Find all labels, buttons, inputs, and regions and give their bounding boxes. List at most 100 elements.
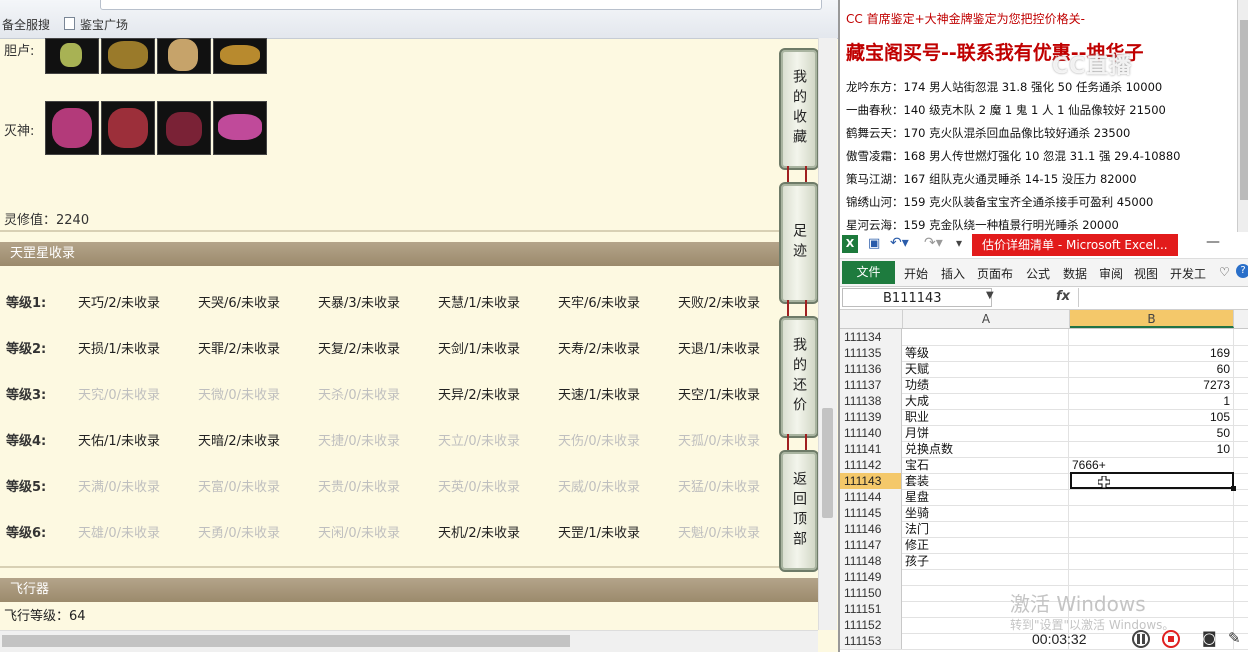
row-header[interactable]: 111137 (840, 377, 902, 393)
star-entry[interactable]: 天损/1/未收录 (78, 338, 160, 357)
stop-icon[interactable] (1162, 630, 1180, 648)
quick-access-dropdown-icon[interactable]: ▾ (956, 236, 962, 250)
help-icon[interactable]: ? (1236, 264, 1248, 278)
cell-b[interactable]: 7666+ (1070, 457, 1234, 473)
item-icon[interactable] (157, 101, 211, 155)
row-header[interactable]: 111147 (840, 537, 902, 553)
star-entry[interactable]: 天英/0/未收录 (438, 476, 520, 495)
cell-a[interactable]: 功绩 (903, 377, 1069, 393)
row-header[interactable]: 111144 (840, 489, 902, 505)
address-bar[interactable] (100, 0, 822, 10)
star-entry[interactable]: 天闲/0/未收录 (318, 522, 400, 541)
ribbon-tab[interactable]: 数据 (1063, 265, 1087, 282)
row-header[interactable]: 111143 (840, 473, 902, 489)
row-header[interactable]: 111139 (840, 409, 902, 425)
cell-a[interactable]: 大成 (903, 393, 1069, 409)
row-header[interactable]: 111151 (840, 601, 902, 617)
item-icon[interactable] (45, 101, 99, 155)
file-tab[interactable]: 文件 (842, 261, 895, 284)
star-entry[interactable]: 天罡/1/未收录 (558, 522, 640, 541)
footprint-button[interactable]: 足迹 (779, 182, 819, 304)
select-all-corner[interactable] (840, 310, 903, 328)
cell-b[interactable]: 60 (1070, 361, 1234, 377)
star-entry[interactable]: 天机/2/未收录 (438, 522, 520, 541)
star-entry[interactable]: 天败/2/未收录 (678, 292, 760, 311)
star-entry[interactable]: 天寿/2/未收录 (558, 338, 640, 357)
star-entry[interactable]: 天孤/0/未收录 (678, 430, 760, 449)
cell-a[interactable]: 套装 (903, 473, 1069, 489)
star-entry[interactable]: 天速/1/未收录 (558, 384, 640, 403)
name-box[interactable]: B111143 (842, 288, 992, 307)
star-entry[interactable]: 天勇/0/未收录 (198, 522, 280, 541)
cell-a[interactable]: 等级 (903, 345, 1069, 361)
star-entry[interactable]: 天立/0/未收录 (438, 430, 520, 449)
star-entry[interactable]: 天杀/0/未收录 (318, 384, 400, 403)
item-icon[interactable] (213, 101, 267, 155)
namebox-dropdown-icon[interactable]: ▼ (986, 290, 994, 301)
ribbon-tab[interactable]: 开始 (904, 265, 928, 282)
bookmark-item[interactable]: 备全服搜 (2, 16, 50, 33)
item-icon[interactable] (101, 101, 155, 155)
cell-b[interactable]: 169 (1070, 345, 1234, 361)
star-entry[interactable]: 天剑/1/未收录 (438, 338, 520, 357)
star-entry[interactable]: 天满/0/未收录 (78, 476, 160, 495)
doc-scrollbar[interactable] (1237, 0, 1248, 232)
cell-b[interactable]: 105 (1070, 409, 1234, 425)
cell-a[interactable]: 修正 (903, 537, 1069, 553)
item-icon[interactable] (157, 38, 211, 74)
star-entry[interactable]: 天牢/6/未收录 (558, 292, 640, 311)
star-entry[interactable]: 天佑/1/未收录 (78, 430, 160, 449)
star-entry[interactable]: 天复/2/未收录 (318, 338, 400, 357)
row-header[interactable]: 111153 (840, 633, 902, 649)
fill-handle[interactable] (1231, 486, 1236, 491)
fx-icon[interactable]: fx (1056, 289, 1070, 304)
undo-icon[interactable]: ↶▾ (890, 235, 909, 251)
star-entry[interactable]: 天暗/2/未收录 (198, 430, 280, 449)
scroll-thumb[interactable] (2, 635, 570, 647)
star-entry[interactable]: 天罪/2/未收录 (198, 338, 280, 357)
ribbon-tab[interactable]: 公式 (1026, 265, 1050, 282)
row-header[interactable]: 111135 (840, 345, 902, 361)
cell-a[interactable]: 月饼 (903, 425, 1069, 441)
redo-icon[interactable]: ↷▾ (924, 235, 943, 251)
row-header[interactable]: 111136 (840, 361, 902, 377)
item-icon[interactable] (213, 38, 267, 74)
ribbon-collapse-icon[interactable]: ♡ (1219, 265, 1230, 279)
cell-b[interactable] (1070, 489, 1234, 505)
row-header[interactable]: 111138 (840, 393, 902, 409)
row-header[interactable]: 111148 (840, 553, 902, 569)
cell-b[interactable] (1070, 329, 1234, 345)
column-header-a[interactable]: A (903, 310, 1070, 328)
item-icon[interactable] (101, 38, 155, 74)
star-entry[interactable]: 天退/1/未收录 (678, 338, 760, 357)
pen-icon[interactable]: ✎ (1228, 629, 1241, 647)
star-entry[interactable]: 天空/1/未收录 (678, 384, 760, 403)
cell-a[interactable]: 孩子 (903, 553, 1069, 569)
horizontal-scrollbar[interactable] (0, 630, 818, 652)
star-entry[interactable]: 天异/2/未收录 (438, 384, 520, 403)
ribbon-tab[interactable]: 页面布 (977, 265, 1013, 282)
back-to-top-button[interactable]: 返回顶部 (779, 450, 819, 572)
row-header[interactable]: 111152 (840, 617, 902, 633)
cell-a[interactable]: 天赋 (903, 361, 1069, 377)
camera-icon[interactable]: ◙ (1202, 629, 1217, 647)
row-header[interactable]: 111142 (840, 457, 902, 473)
formula-input[interactable] (1078, 288, 1248, 307)
scroll-thumb[interactable] (822, 408, 833, 518)
ribbon-tab[interactable]: 审阅 (1099, 265, 1123, 282)
star-entry[interactable]: 天捷/0/未收录 (318, 430, 400, 449)
my-collection-button[interactable]: 我的收藏 (779, 48, 819, 170)
ribbon-tab[interactable]: 插入 (941, 265, 965, 282)
bookmark-item[interactable]: 鉴宝广场 (64, 16, 128, 33)
star-entry[interactable]: 天猛/0/未收录 (678, 476, 760, 495)
star-entry[interactable]: 天魁/0/未收录 (678, 522, 760, 541)
pause-icon[interactable] (1132, 630, 1150, 648)
star-entry[interactable]: 天哭/6/未收录 (198, 292, 280, 311)
cell-a[interactable]: 星盘 (903, 489, 1069, 505)
cell-a[interactable]: 坐骑 (903, 505, 1069, 521)
cell-b[interactable] (1070, 521, 1234, 537)
cell-a[interactable]: 兑换点数 (903, 441, 1069, 457)
cell-b[interactable]: 1 (1070, 393, 1234, 409)
star-entry[interactable]: 天富/0/未收录 (198, 476, 280, 495)
ribbon-tab[interactable]: 视图 (1134, 265, 1158, 282)
